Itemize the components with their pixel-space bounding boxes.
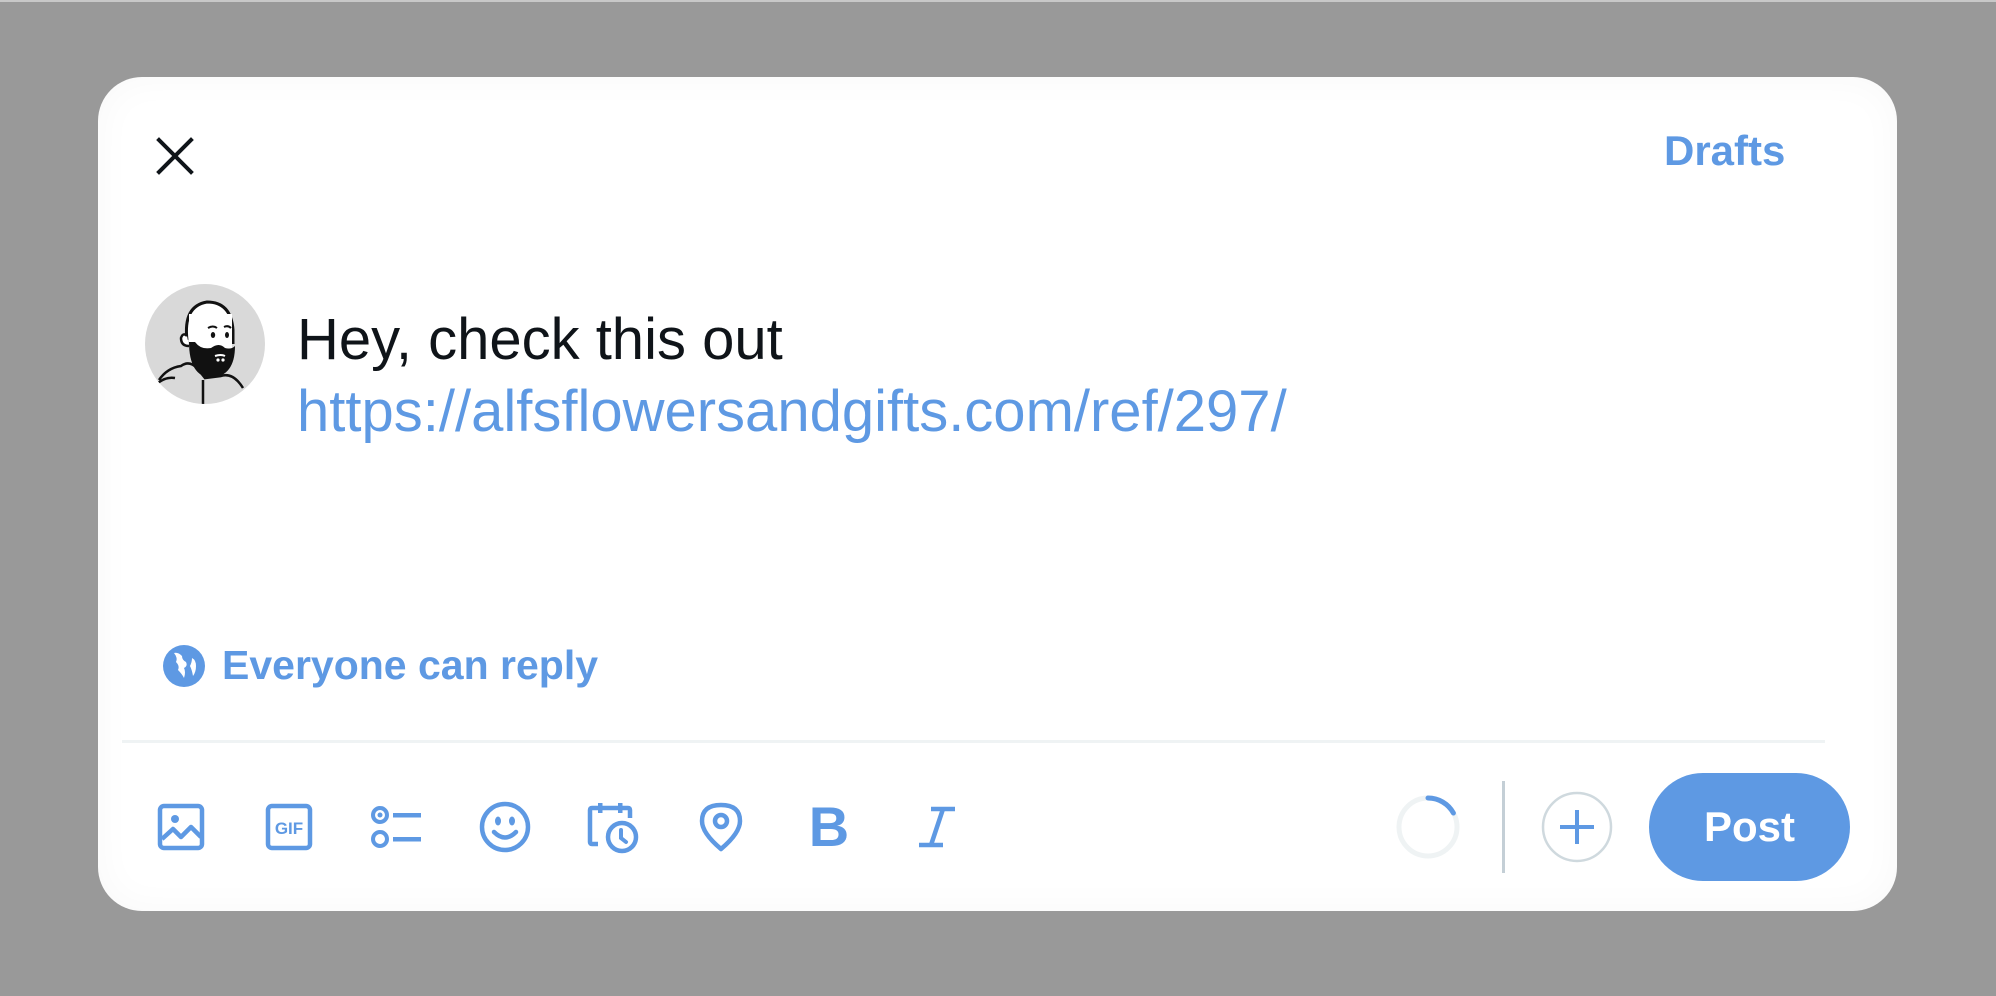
globe-icon — [163, 644, 205, 687]
italic-button[interactable] — [897, 782, 977, 872]
compose-link[interactable]: https://alfsflowersandgifts.com/ref/297/ — [297, 376, 1287, 448]
schedule-icon — [587, 803, 639, 854]
toolbar-divider — [122, 740, 1825, 743]
emoji-icon — [479, 801, 531, 853]
image-icon — [157, 803, 205, 851]
location-icon — [699, 802, 743, 852]
poll-button[interactable] — [357, 782, 437, 872]
bold-button[interactable]: B — [789, 782, 869, 872]
avatar[interactable] — [145, 284, 265, 404]
character-count-progress — [1396, 795, 1460, 859]
post-button[interactable]: Post — [1649, 773, 1850, 881]
svg-text:GIF: GIF — [275, 819, 303, 838]
progress-arc — [1425, 795, 1456, 816]
italic-icon — [919, 806, 955, 848]
emoji-button[interactable] — [465, 782, 545, 872]
user-avatar-icon — [152, 300, 245, 404]
schedule-button[interactable] — [573, 782, 653, 872]
reply-setting-button[interactable]: Everyone can reply — [162, 642, 598, 689]
bold-icon: B — [809, 801, 849, 853]
gif-icon: GIF — [265, 803, 313, 851]
plus-icon — [1560, 810, 1594, 844]
add-thread-button[interactable] — [1541, 791, 1613, 863]
location-button[interactable] — [681, 782, 761, 872]
poll-icon — [371, 806, 421, 848]
close-button[interactable] — [141, 122, 209, 190]
gif-button[interactable]: GIF — [249, 782, 329, 872]
reply-setting-label: Everyone can reply — [222, 642, 599, 688]
svg-text:B: B — [809, 801, 849, 853]
close-icon — [156, 137, 194, 175]
drafts-button[interactable]: Drafts — [1664, 127, 1785, 174]
compose-text-line: Hey, check this out — [297, 307, 783, 372]
compose-textarea[interactable]: Hey, check this out https://alfsflowersa… — [297, 304, 1287, 448]
toolbar-separator — [1502, 781, 1505, 873]
media-button[interactable] — [141, 782, 221, 872]
